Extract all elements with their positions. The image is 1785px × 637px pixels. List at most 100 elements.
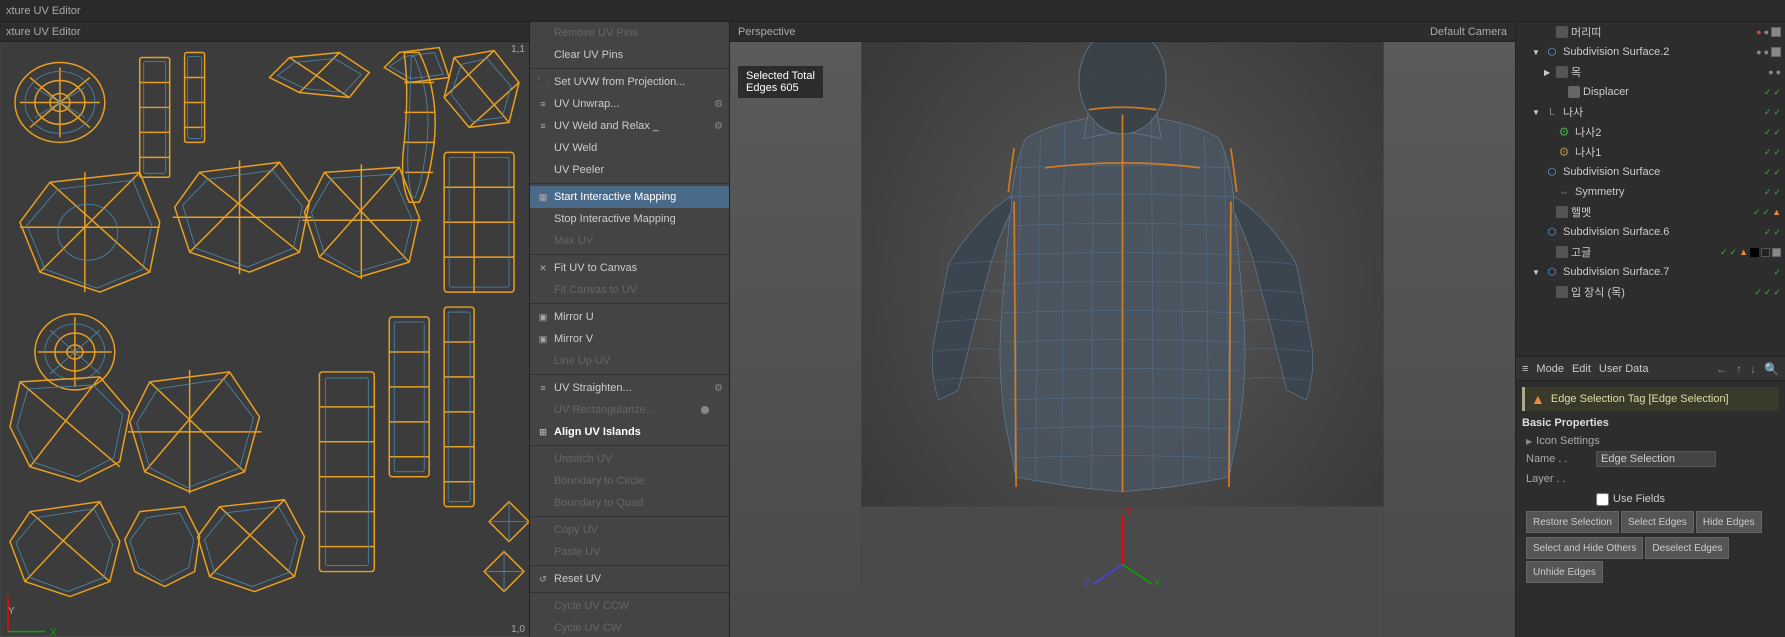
align-icon: ⊞: [536, 425, 550, 439]
tab-user-data[interactable]: User Data: [1599, 363, 1649, 375]
tree-icons-subdiv2: ● ●: [1756, 47, 1781, 57]
menu-item-mirror-u[interactable]: ▣ Mirror U: [530, 306, 729, 328]
tab-edit[interactable]: Edit: [1572, 363, 1591, 375]
nav-down-icon[interactable]: ↓: [1750, 362, 1756, 376]
tree-arrow-screw-group: ▼: [1532, 108, 1544, 117]
select-edges-btn[interactable]: Select Edges: [1621, 511, 1694, 533]
menu-label-boundary-quad: Boundary to Quad: [554, 497, 643, 509]
viewport-canvas: Selected Total Edges 605: [730, 42, 1515, 637]
select-hide-others-btn[interactable]: Select and Hide Others: [1526, 537, 1643, 559]
tree-label-subdiv-surface: Subdivision Surface: [1563, 166, 1764, 178]
unstitch-icon: [536, 452, 550, 466]
tree-item-subdiv-surface[interactable]: ⬡ Subdivision Surface ✓ ✓: [1516, 162, 1785, 182]
menu-item-cycle-ccw[interactable]: Cycle UV CCW: [530, 595, 729, 617]
dot-icon-rect: [701, 406, 709, 414]
tree-item-displacer[interactable]: Displacer ✓ ✓: [1516, 82, 1785, 102]
tree-icon-goggles: [1556, 246, 1568, 258]
menu-item-copy-uv[interactable]: Copy UV: [530, 519, 729, 541]
menu-item-uv-straighten[interactable]: ≡ UV Straighten... ⚙: [530, 377, 729, 399]
menu-label-uv-rect: UV Rectangularize...: [554, 404, 655, 416]
menu-item-stop-interactive[interactable]: Stop Interactive Mapping: [530, 208, 729, 230]
tree-item-screw1[interactable]: ⚙ 나사1 ✓ ✓: [1516, 142, 1785, 162]
tree-icon-displacer: [1568, 86, 1580, 98]
gear-icon-weld[interactable]: ⚙: [714, 121, 723, 132]
menu-item-clear-uv-pins[interactable]: Clear UV Pins: [530, 44, 729, 66]
deselect-edges-btn[interactable]: Deselect Edges: [1645, 537, 1729, 559]
tree-item-subdiv2[interactable]: ▼ ⬡ Subdivision Surface.2 ● ●: [1516, 42, 1785, 62]
menu-item-uv-weld-relax[interactable]: ≡ UV Weld and Relax _ ⚙: [530, 115, 729, 137]
use-fields-checkbox[interactable]: [1596, 493, 1609, 506]
menu-item-uv-peeler[interactable]: UV Peeler: [530, 159, 729, 181]
menu-item-align-uv-islands[interactable]: ⊞ Align UV Islands: [530, 421, 729, 443]
tree-item-subdiv7[interactable]: ▼ ⬡ Subdivision Surface.7 ✓: [1516, 262, 1785, 282]
menu-label-cycle-cw: Cycle UV CW: [554, 622, 621, 634]
menu-item-fit-canvas-uv[interactable]: Fit Canvas to UV: [530, 279, 729, 301]
menu-separator-1: [530, 68, 729, 69]
viewport-header: Perspective Default Camera: [730, 22, 1515, 42]
tree-label-screw2: 나사2: [1575, 124, 1764, 140]
props-content: ▲ Edge Selection Tag [Edge Selection] Ba…: [1516, 381, 1785, 591]
tree-icons-subdiv6: ✓ ✓: [1764, 227, 1781, 238]
restore-selection-btn[interactable]: Restore Selection: [1526, 511, 1619, 533]
tree-item-mouth-decor[interactable]: 입 장식 (목) ✓ ✓ ✓: [1516, 282, 1785, 302]
tab-mode[interactable]: Mode: [1536, 363, 1564, 375]
menu-label-mirror-v: Mirror V: [554, 333, 593, 345]
tree-item-headband[interactable]: 머리띠 ● ●: [1516, 22, 1785, 42]
tree-item-symmetry[interactable]: ⇔ Symmetry ✓ ✓: [1516, 182, 1785, 202]
menu-item-fit-uv-canvas[interactable]: ✕ Fit UV to Canvas: [530, 257, 729, 279]
menu-item-start-interactive[interactable]: ▦ Start Interactive Mapping: [530, 186, 729, 208]
nav-up-icon[interactable]: ↑: [1736, 362, 1742, 376]
lineup-icon: [536, 354, 550, 368]
clear-pins-icon: [536, 48, 550, 62]
tree-icons-neck: ● ●: [1768, 67, 1781, 77]
gear-icon-unwrap[interactable]: ⚙: [714, 99, 723, 110]
boundary-circle-icon: [536, 474, 550, 488]
tree-item-helmet[interactable]: 헬멧 ✓ ✓ ▲: [1516, 202, 1785, 222]
menu-item-paste-uv[interactable]: Paste UV: [530, 541, 729, 563]
menu-item-set-uvw[interactable]: ⬛ Set UVW from Projection...: [530, 71, 729, 93]
right-panel: 머리띠 ● ● ▼ ⬡ Subdivision Surface.2 ● ●: [1515, 22, 1785, 637]
menu-item-uv-unwrap[interactable]: ≡ UV Unwrap... ⚙: [530, 93, 729, 115]
menu-item-mirror-v[interactable]: ▣ Mirror V: [530, 328, 729, 350]
unhide-edges-btn[interactable]: Unhide Edges: [1526, 561, 1603, 583]
menu-item-uv-weld[interactable]: UV Weld: [530, 137, 729, 159]
name-prop-input[interactable]: [1596, 451, 1716, 467]
tree-icon-screw2: ⚙: [1556, 124, 1572, 140]
menu-item-boundary-quad[interactable]: Boundary to Quad: [530, 492, 729, 514]
tree-arrow-subdiv2: ▼: [1532, 48, 1544, 57]
top-bar-title: xture UV Editor: [6, 5, 81, 17]
svg-text:Y: Y: [1125, 506, 1131, 516]
tree-item-goggles[interactable]: 고글 ✓ ✓ ▲: [1516, 242, 1785, 262]
tree-item-screw2[interactable]: ⚙ 나사2 ✓ ✓: [1516, 122, 1785, 142]
search-icon[interactable]: 🔍: [1764, 362, 1779, 376]
tree-icon-subdiv6: ⬡: [1544, 224, 1560, 240]
menu-item-line-up-uv[interactable]: Line Up UV: [530, 350, 729, 372]
fit-icon: ✕: [536, 261, 550, 275]
tree-item-neck[interactable]: ▶ 목 ● ●: [1516, 62, 1785, 82]
cycle-cw-icon: [536, 621, 550, 635]
nav-back-icon[interactable]: ←: [1716, 362, 1728, 376]
hide-edges-btn[interactable]: Hide Edges: [1696, 511, 1762, 533]
gear-icon-straighten[interactable]: ⚙: [714, 383, 723, 394]
tree-icons-helmet: ✓ ✓ ▲: [1753, 207, 1781, 218]
menu-label-align-uv-islands: Align UV Islands: [554, 426, 641, 438]
menu-item-reset-uv[interactable]: ↺ Reset UV: [530, 568, 729, 590]
menu-item-boundary-circle[interactable]: Boundary to Circle: [530, 470, 729, 492]
icon-settings-section[interactable]: ▶ Icon Settings: [1522, 433, 1779, 449]
tree-icons-displacer: ✓ ✓: [1764, 87, 1781, 98]
straighten-icon: ≡: [536, 381, 550, 395]
warning-text: Edge Selection Tag [Edge Selection]: [1551, 393, 1729, 405]
tree-icons-screw2: ✓ ✓: [1764, 127, 1781, 138]
tree-item-screw-group[interactable]: ▼ L 나사 ✓ ✓: [1516, 102, 1785, 122]
menu-item-cycle-cw[interactable]: Cycle UV CW: [530, 617, 729, 637]
menu-item-max-uv[interactable]: Max UV: [530, 230, 729, 252]
tree-icons-goggles: ✓ ✓ ▲: [1720, 247, 1781, 258]
menu-item-remove-uv-pins[interactable]: Remove UV Pins: [530, 22, 729, 44]
tree-item-subdiv6[interactable]: ⬡ Subdivision Surface.6 ✓ ✓: [1516, 222, 1785, 242]
tree-icons-screw-group: ✓ ✓: [1764, 107, 1781, 118]
uv-mesh-svg: X: [0, 42, 529, 637]
menu-item-unstitch-uv[interactable]: Unstitch UV: [530, 448, 729, 470]
menu-item-uv-rect[interactable]: UV Rectangularize...: [530, 399, 729, 421]
menu-label-reset-uv: Reset UV: [554, 573, 601, 585]
menu-label-uv-weld: UV Weld: [554, 142, 597, 154]
